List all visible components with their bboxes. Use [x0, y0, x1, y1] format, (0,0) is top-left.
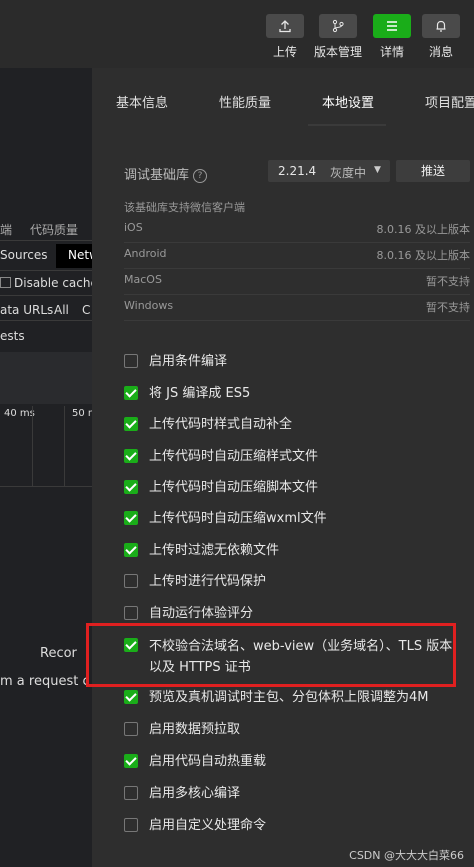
tab-basic-info[interactable]: 基本信息 [116, 92, 168, 111]
devtools-tab-row: 端 代码质量 [0, 218, 92, 238]
devtools-pane: 端 代码质量 Sources Netw Disable cache ata UR… [0, 68, 92, 867]
overview-area [0, 352, 92, 404]
tick-50ms: 50 m [72, 408, 92, 419]
tick-40ms: 40 ms [4, 408, 35, 419]
tab-project-config[interactable]: 项目配置 [425, 92, 474, 111]
option-style-autoprefix[interactable]: 上传代码时样式自动补全 [124, 415, 464, 435]
request-hint-text: m a request c [0, 674, 90, 689]
details-button[interactable]: 详情 [368, 14, 416, 60]
checkbox-checked[interactable] [124, 690, 138, 704]
checkbox-checked[interactable] [124, 386, 138, 400]
messages-button[interactable]: 消息 [417, 14, 465, 60]
filter-all[interactable]: All [54, 303, 69, 317]
upload-label: 上传 [272, 45, 297, 59]
filter-row: ata URLs All C [0, 300, 92, 320]
checkbox-checked[interactable] [124, 480, 138, 494]
code-quality-tab[interactable]: 代码质量 [30, 221, 78, 238]
checkbox-checked[interactable] [124, 543, 138, 557]
data-urls-label[interactable]: ata URLs [0, 303, 53, 317]
support-row-windows: Windows 暂不支持 [124, 294, 470, 321]
checkbox-unchecked[interactable] [124, 722, 138, 736]
details-label: 详情 [379, 45, 404, 59]
highlight-annotation-box [86, 623, 456, 687]
support-row-macos: MacOS 暂不支持 [124, 268, 470, 295]
option-data-prefetch[interactable]: 启用数据预拉取 [124, 720, 464, 740]
option-hot-reload[interactable]: 启用代码自动热重载 [124, 752, 464, 772]
checkbox-checked[interactable] [124, 449, 138, 463]
upload-icon [266, 14, 304, 38]
sources-tab[interactable]: Sources [0, 248, 47, 262]
bell-icon [422, 14, 460, 38]
help-icon[interactable]: ? [193, 169, 208, 183]
filter-c[interactable]: C [82, 303, 90, 317]
lib-version-select[interactable]: 2.21.4 灰度中 ▼ [268, 160, 390, 182]
lib-version-value: 2.21.4 [278, 164, 317, 178]
push-button[interactable]: 推送 [396, 160, 470, 182]
option-minify-style[interactable]: 上传代码时自动压缩样式文件 [124, 447, 464, 467]
devtools-panel-tabs: Sources Netw [0, 244, 92, 268]
devtools-tab-frag[interactable]: 端 [0, 221, 12, 238]
active-tab-indicator [308, 124, 386, 126]
timeline-ticks: 40 ms 50 m [0, 406, 92, 424]
option-4m-package[interactable]: 预览及真机调试时主包、分包体积上限调整为4M [124, 688, 464, 708]
option-minify-wxml[interactable]: 上传代码时自动压缩wxml文件 [124, 509, 464, 529]
watermark: CSDN @大大大白菜66 [349, 849, 464, 862]
tab-performance[interactable]: 性能质量 [219, 92, 271, 111]
support-row-ios: iOS 8.0.16 及以上版本 [124, 216, 470, 243]
debug-lib-label: 调试基础库? [124, 164, 208, 183]
gray-release-label: 灰度中 [330, 166, 367, 180]
requests-row: ests [0, 326, 92, 346]
recording-text: Recor [40, 646, 77, 661]
top-toolbar: 上传 版本管理 详情 消息 [0, 0, 474, 68]
checkbox-unchecked[interactable] [124, 354, 138, 368]
checkbox-unchecked[interactable] [124, 818, 138, 832]
checkbox-unchecked[interactable] [124, 606, 138, 620]
version-manage-button[interactable]: 版本管理 [314, 14, 362, 60]
details-panel: 基本信息 性能质量 本地设置 项目配置 调试基础库? 2.21.4 灰度中 ▼ … [92, 68, 474, 867]
branch-icon [319, 14, 357, 38]
upload-button[interactable]: 上传 [261, 14, 309, 60]
option-js-es5[interactable]: 将 JS 编译成 ES5 [124, 384, 464, 404]
version-manage-label: 版本管理 [314, 45, 363, 59]
option-auto-audit[interactable]: 自动运行体验评分 [124, 604, 464, 624]
option-conditional-compile[interactable]: 启用条件编译 [124, 352, 464, 372]
disable-cache-label: Disable cache [14, 276, 92, 290]
debug-lib-row: 调试基础库? 2.21.4 灰度中 ▼ 推送 [92, 158, 474, 188]
option-code-protect[interactable]: 上传时进行代码保护 [124, 572, 464, 592]
support-header: 该基础库支持微信客户端 [124, 201, 245, 214]
option-multicore-compile[interactable]: 启用多核心编译 [124, 784, 464, 804]
checkbox-checked[interactable] [124, 754, 138, 768]
chevron-down-icon: ▼ [374, 165, 381, 175]
checkbox-unchecked[interactable] [124, 574, 138, 588]
option-custom-command[interactable]: 启用自定义处理命令 [124, 816, 464, 836]
option-filter-unused[interactable]: 上传时过滤无依赖文件 [124, 541, 464, 561]
tab-local-settings[interactable]: 本地设置 [322, 92, 374, 111]
option-minify-script[interactable]: 上传代码时自动压缩脚本文件 [124, 478, 464, 498]
checkbox-checked[interactable] [124, 417, 138, 431]
checkbox-checked[interactable] [124, 511, 138, 525]
support-row-android: Android 8.0.16 及以上版本 [124, 242, 470, 269]
details-tabs: 基本信息 性能质量 本地设置 项目配置 [92, 68, 474, 126]
disable-cache-row: Disable cache [0, 273, 92, 293]
checkbox-unchecked[interactable] [124, 786, 138, 800]
disable-cache-checkbox[interactable] [0, 277, 11, 288]
messages-label: 消息 [428, 45, 453, 59]
network-tab[interactable]: Netw [68, 248, 92, 262]
menu-icon [373, 14, 411, 38]
requests-label: ests [0, 329, 25, 343]
